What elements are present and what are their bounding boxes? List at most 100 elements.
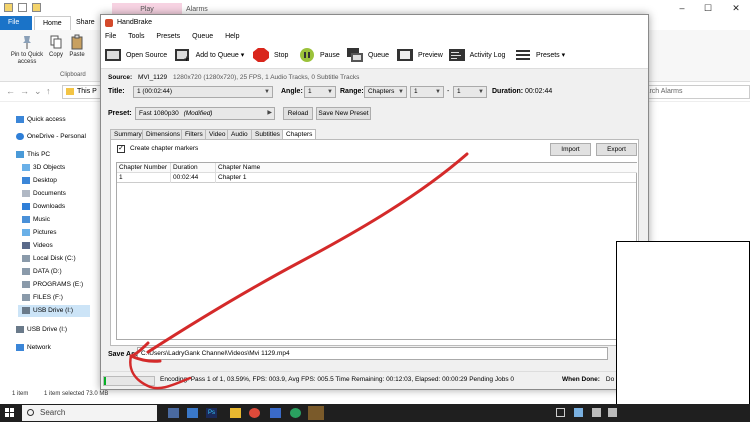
preset-modified-tag: (Modified) xyxy=(183,110,213,117)
nav-pictures[interactable]: Pictures xyxy=(22,227,56,239)
chevron-down-icon[interactable]: ▾ xyxy=(562,52,566,59)
spotify-app-icon[interactable] xyxy=(290,408,301,418)
pin-icon xyxy=(23,36,31,49)
preset-label: Preset: xyxy=(108,110,132,117)
close-icon[interactable]: ✕ xyxy=(722,0,750,16)
explorer-search-input[interactable]: Search Alarms xyxy=(632,85,750,99)
forward-icon[interactable]: → xyxy=(20,86,29,96)
windows-start-icon[interactable] xyxy=(5,408,15,418)
export-button[interactable]: Export xyxy=(596,143,637,156)
handbrake-window: HandBrake File Tools Presets Queue Help … xyxy=(100,14,649,390)
column-chapter-name[interactable]: Chapter Name xyxy=(216,163,637,173)
import-button[interactable]: Import xyxy=(550,143,591,156)
cell-chapter-name[interactable]: Chapter 1 xyxy=(216,173,636,183)
taskbar-search-placeholder: Search xyxy=(40,408,66,417)
angle-select[interactable]: 1 ▼ xyxy=(304,86,336,98)
wifi-tray-icon[interactable] xyxy=(592,408,601,417)
pause-label: Pause xyxy=(319,52,340,59)
save-new-preset-button[interactable]: Save New Preset xyxy=(316,107,371,120)
network-tray-icon[interactable] xyxy=(574,408,583,417)
nav-this-pc[interactable]: This PC xyxy=(16,149,50,161)
nav-desktop[interactable]: Desktop xyxy=(22,175,57,187)
mail-app-icon[interactable] xyxy=(187,408,198,418)
nav-downloads[interactable]: Downloads xyxy=(22,201,65,213)
title-select[interactable]: 1 (00:02:44) ▼ xyxy=(133,86,273,98)
download-icon xyxy=(22,202,30,210)
queue-icon xyxy=(347,48,363,63)
chevron-right-icon: ▶ xyxy=(267,110,272,116)
menu-help[interactable]: Help xyxy=(225,33,239,40)
save-as-input[interactable]: C:\Users\LadryGank Channel\Videos\Mvi 11… xyxy=(137,347,608,360)
nav-label: USB Drive (I:) xyxy=(33,307,74,314)
nav-usb-drive-selected[interactable]: USB Drive (I:) xyxy=(18,305,90,317)
nav-3d-objects[interactable]: 3D Objects xyxy=(22,162,65,174)
nav-files-f[interactable]: FILES (F:) xyxy=(22,292,63,304)
volume-tray-icon[interactable] xyxy=(608,408,617,417)
open-source-button[interactable]: Open Source xyxy=(105,48,167,64)
encode-progress-bar xyxy=(103,376,155,386)
cell-duration: 00:02:44 xyxy=(171,173,216,183)
nav-videos[interactable]: Videos xyxy=(22,240,53,252)
properties-icon[interactable] xyxy=(18,3,27,12)
new-folder-icon[interactable] xyxy=(32,3,41,12)
activity-log-icon xyxy=(449,49,465,62)
nav-network[interactable]: Network xyxy=(16,342,51,354)
nav-label: FILES (F:) xyxy=(33,294,63,301)
chevron-down-icon: ▼ xyxy=(398,89,404,95)
task-view-icon[interactable] xyxy=(168,408,179,418)
paste-button[interactable]: Paste xyxy=(68,34,86,59)
nav-usb-drive[interactable]: USB Drive (I:) xyxy=(16,324,67,336)
maximize-icon[interactable]: ☐ xyxy=(694,0,722,16)
preset-select[interactable]: Fast 1080p30 (Modified) ▶ xyxy=(135,107,275,120)
nav-documents[interactable]: Documents xyxy=(22,188,66,200)
reload-button[interactable]: Reload xyxy=(283,107,313,120)
nav-quick-access[interactable]: Quick access xyxy=(16,114,66,126)
tab-file[interactable]: File xyxy=(0,16,32,30)
back-icon[interactable]: ← xyxy=(6,86,15,96)
nav-programs-e[interactable]: PROGRAMS (E:) xyxy=(22,279,83,291)
menu-presets[interactable]: Presets xyxy=(156,33,180,40)
range-end-select[interactable]: 1 ▼ xyxy=(453,86,487,98)
range-start-select[interactable]: 1 ▼ xyxy=(410,86,444,98)
when-done[interactable]: When Done: Do n xyxy=(562,376,620,383)
nav-music[interactable]: Music xyxy=(22,214,50,226)
presets-button[interactable]: Presets ▾ xyxy=(515,48,565,64)
photoshop-app-icon[interactable]: Ps xyxy=(206,408,217,418)
queue-button[interactable]: Queue xyxy=(347,48,389,64)
nav-data-d[interactable]: DATA (D:) xyxy=(22,266,62,278)
activity-log-button[interactable]: Activity Log xyxy=(449,48,505,64)
tab-share[interactable]: Share xyxy=(68,16,103,30)
add-to-queue-button[interactable]: + Add to Queue ▾ xyxy=(175,48,244,64)
table-row[interactable]: 1 00:02:44 Chapter 1 xyxy=(117,173,636,183)
tray-app-icon[interactable] xyxy=(556,408,565,417)
recent-locations-icon[interactable]: ⌄ xyxy=(34,86,42,97)
create-markers-checkbox[interactable]: ✓ xyxy=(117,145,125,153)
preview-button[interactable]: Preview xyxy=(397,48,443,64)
handbrake-app-icon[interactable] xyxy=(308,406,324,420)
tab-home[interactable]: Home xyxy=(34,16,71,30)
menu-queue[interactable]: Queue xyxy=(192,33,213,40)
word-app-icon[interactable] xyxy=(270,408,281,418)
up-icon[interactable]: ↑ xyxy=(46,86,51,96)
range-type-select[interactable]: Chapters ▼ xyxy=(364,86,407,98)
taskbar-search-input[interactable]: Search xyxy=(22,405,157,421)
menu-tools[interactable]: Tools xyxy=(128,33,144,40)
cell-chapter-number: 1 xyxy=(117,173,171,183)
stop-button[interactable]: Stop xyxy=(253,48,288,64)
nav-local-disk-c[interactable]: Local Disk (C:) xyxy=(22,253,76,265)
source-name: MVI_1129 xyxy=(138,74,168,81)
pin-quick-access-button[interactable]: Pin to Quick access xyxy=(6,34,48,66)
menu-file[interactable]: File xyxy=(105,33,116,40)
chevron-down-icon: ▼ xyxy=(264,89,270,95)
column-chapter-number[interactable]: Chapter Number xyxy=(117,163,171,173)
column-duration[interactable]: Duration xyxy=(171,163,216,173)
minimize-icon[interactable]: – xyxy=(668,0,696,16)
chevron-down-icon[interactable]: ▾ xyxy=(241,52,245,59)
preview-label: Preview xyxy=(417,52,443,59)
pause-button[interactable]: Pause xyxy=(299,48,340,64)
file-explorer-app-icon[interactable] xyxy=(230,408,241,418)
copy-button[interactable]: Copy xyxy=(48,34,64,59)
chrome-app-icon[interactable] xyxy=(249,408,260,418)
stop-icon xyxy=(253,48,269,63)
nav-onedrive[interactable]: OneDrive - Personal xyxy=(16,131,86,143)
